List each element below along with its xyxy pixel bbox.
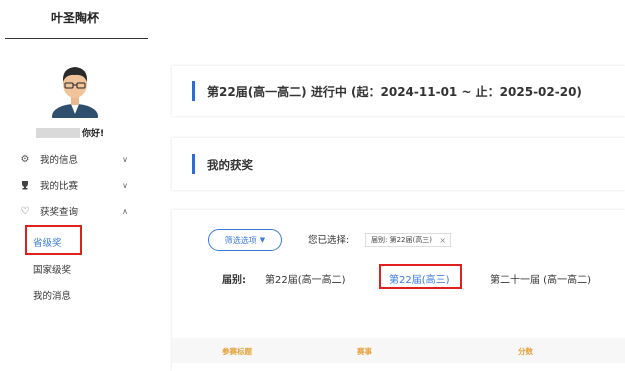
- column-header-event: 赛事: [357, 347, 372, 356]
- awards-title-card: 我的获奖: [172, 138, 625, 190]
- filter-button-label: 筛选选项: [224, 235, 257, 245]
- session-option-22-g1g2[interactable]: 第22届(高一高二): [265, 271, 346, 286]
- close-icon[interactable]: ×: [439, 236, 446, 245]
- menu-item-label: 我的信息: [40, 155, 79, 166]
- brand-title: 叶圣陶杯: [50, 11, 99, 25]
- caret-down-icon: ▼: [259, 236, 266, 244]
- menu-item-my-competitions[interactable]: 我的比赛 ∨: [18, 177, 128, 193]
- column-header-score: 分数: [518, 347, 533, 356]
- session-option-21-g1g2[interactable]: 第二十一届 (高一高二): [490, 271, 591, 286]
- sidebar-item-my-messages[interactable]: 我的消息: [33, 288, 71, 302]
- session-filter-label: 届别:: [222, 275, 246, 286]
- brand-divider: [5, 38, 148, 39]
- menu-item-label: 我的比赛: [40, 181, 79, 192]
- greeting: 你好!: [36, 126, 104, 139]
- selected-filter-text: 届别: 第22届(高三): [371, 236, 432, 244]
- avatar: [52, 67, 98, 118]
- session-banner: 第22届(高一高二) 进行中 (起：2024-11-01 ~ 止：2025-02…: [207, 85, 582, 99]
- selected-filter-tag: 届别: 第22届(高三) ×: [365, 233, 451, 247]
- chevron-down-icon: ∨: [122, 180, 128, 190]
- sidebar: 叶圣陶杯 你好! ⚙ 我的信息 ∨ 我的比赛 ∨ ♡ 获奖查询 ∧ 省级奖 国家…: [0, 0, 150, 371]
- greeting-text: 你好!: [82, 129, 105, 139]
- awards-panel: 筛选选项 ▼ 您已选择: 届别: 第22届(高三) × 届别: 第22届(高一高…: [172, 210, 625, 371]
- trophy-icon: [18, 180, 32, 190]
- menu-item-label: 获奖查询: [40, 207, 79, 218]
- table-header: 参赛标题 赛事 分数: [172, 338, 625, 363]
- session-option-22-g3[interactable]: 第22届(高三): [389, 271, 450, 286]
- username-redacted: [36, 127, 80, 138]
- accent-bar: [192, 154, 195, 174]
- column-header-title: 参赛标题: [222, 347, 252, 356]
- chevron-down-icon: ∨: [122, 154, 128, 164]
- sidebar-item-national-award[interactable]: 国家级奖: [33, 262, 71, 276]
- filter-options-button[interactable]: 筛选选项 ▼: [208, 229, 282, 251]
- sidebar-item-provincial-award[interactable]: 省级奖: [33, 235, 62, 249]
- session-banner-card: 第22届(高一高二) 进行中 (起：2024-11-01 ~ 止：2025-02…: [172, 66, 625, 116]
- selected-label: 您已选择:: [308, 235, 350, 246]
- awards-title: 我的获奖: [207, 158, 253, 172]
- menu-item-my-info[interactable]: ⚙ 我的信息 ∨: [18, 151, 128, 167]
- accent-bar: [192, 81, 195, 101]
- menu-item-award-query[interactable]: ♡ 获奖查询 ∧: [18, 203, 128, 219]
- gear-icon: ⚙: [20, 153, 30, 165]
- heart-icon: ♡: [20, 205, 30, 217]
- chevron-up-icon: ∧: [122, 206, 128, 216]
